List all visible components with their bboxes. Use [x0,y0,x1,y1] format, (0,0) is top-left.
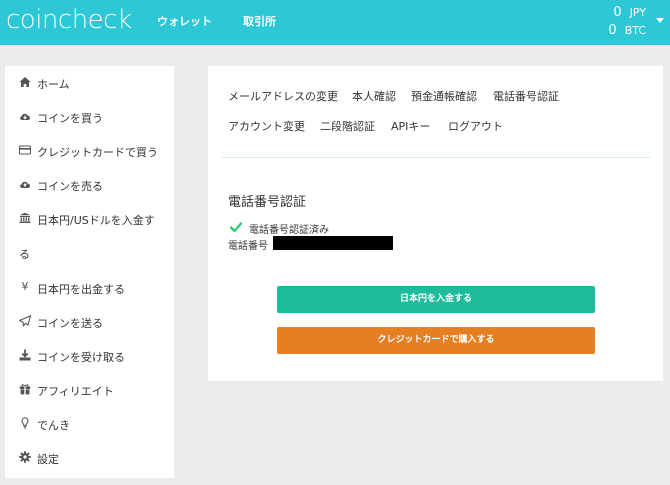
tab-api-key[interactable]: APIキー [391,118,430,134]
sidebar-item-credit-card[interactable]: クレジットカードで買う [5,135,174,167]
cloud-download-icon [20,113,30,120]
sidebar-item-denki[interactable]: でんき [5,408,174,440]
sidebar-item-sell-coin[interactable]: コインを売る [5,169,174,201]
btc-amount: 0 [608,23,617,38]
jpy-currency: JPY [629,6,646,19]
bank-icon [19,212,31,223]
sidebar-item-label: 設定 [37,453,59,466]
coincheck-logo[interactable]: coincheck [6,5,132,35]
gift-icon [19,384,31,395]
sidebar-item-label: でんき [37,419,70,432]
sidebar-item-label: コインを買う [37,112,103,125]
main-panel: メールアドレスの変更 本人確認 預金通帳確認 電話番号認証 アカウント変更 二段… [208,66,663,381]
sidebar-item-home[interactable]: ホーム [5,67,174,99]
sidebar-item-withdraw[interactable]: ¥ 日本円を出金する [5,272,174,304]
phone-verified-status: 電話番号認証済み [249,225,329,236]
divider [222,157,650,158]
deposit-jpy-button[interactable]: 日本円を入金する [277,286,595,313]
sidebar-item-buy-coin[interactable]: コインを買う [5,101,174,133]
tab-phone-verification[interactable]: 電話番号認証 [493,88,559,104]
tab-change-account[interactable]: アカウント変更 [228,118,305,134]
jpy-amount: 0 [613,5,622,20]
download-icon [19,349,31,361]
cloud-upload-icon [20,181,30,188]
sidebar-item-affiliate[interactable]: アフィリエイト [5,374,174,406]
balance-dropdown[interactable]: 0 JPY 0 BTC [604,4,664,40]
sidebar-item-label: コインを受け取る [37,351,125,364]
caret-down-icon [656,18,664,23]
sidebar-item-label: 日本円を出金する [37,283,125,296]
nav-exchange-link[interactable]: 取引所 [243,13,276,29]
check-icon [230,222,242,233]
tab-change-email[interactable]: メールアドレスの変更 [228,88,338,104]
section-title: 電話番号認証 [228,195,307,210]
sidebar-item-settings[interactable]: 設定 [5,442,174,474]
sidebar-item-receive-coin[interactable]: コインを受け取る [5,340,174,372]
jpy-balance: 0 JPY [613,6,646,20]
btc-currency: BTC [624,24,646,37]
paper-plane-icon [19,315,31,327]
sidebar-item-label: アフィリエイト [37,385,114,398]
yen-icon: ¥ [21,280,29,293]
sidebar-item-label: クレジットカードで買う [37,146,158,159]
redacted-phone-number [273,236,393,250]
buy-with-credit-card-button[interactable]: クレジットカードで購入する [277,327,595,354]
btc-balance: 0 BTC [608,24,646,38]
sidebar-item-send-coin[interactable]: コインを送る [5,306,174,338]
tab-two-factor-auth[interactable]: 二段階認証 [320,118,375,134]
gear-icon [19,451,31,463]
tab-logout[interactable]: ログアウト [448,118,503,134]
tab-bankbook-verification[interactable]: 預金通帳確認 [411,88,477,104]
lightbulb-icon [21,417,29,429]
nav-wallet-link[interactable]: ウォレット [157,13,212,29]
sidebar-item-label-continued: る [19,248,30,261]
sidebar-item-label: 日本円/USドルを入金す [37,214,155,227]
phone-number-label: 電話番号 [228,241,268,252]
sidebar-item-label: コインを送る [37,317,103,330]
sidebar-item-label: コインを売る [37,180,103,193]
tab-identity-verification[interactable]: 本人確認 [352,88,396,104]
home-icon [19,77,31,87]
sidebar-item-deposit[interactable]: 日本円/USドルを入金す る [5,203,174,269]
sidebar-item-label: ホーム [37,78,70,91]
credit-card-icon [19,145,31,155]
sidebar: ホーム コインを買う クレジットカードで買う コインを売る 日本円/USドルを入… [5,66,174,478]
top-navbar: coincheck ウォレット 取引所 0 JPY 0 BTC [0,0,670,45]
